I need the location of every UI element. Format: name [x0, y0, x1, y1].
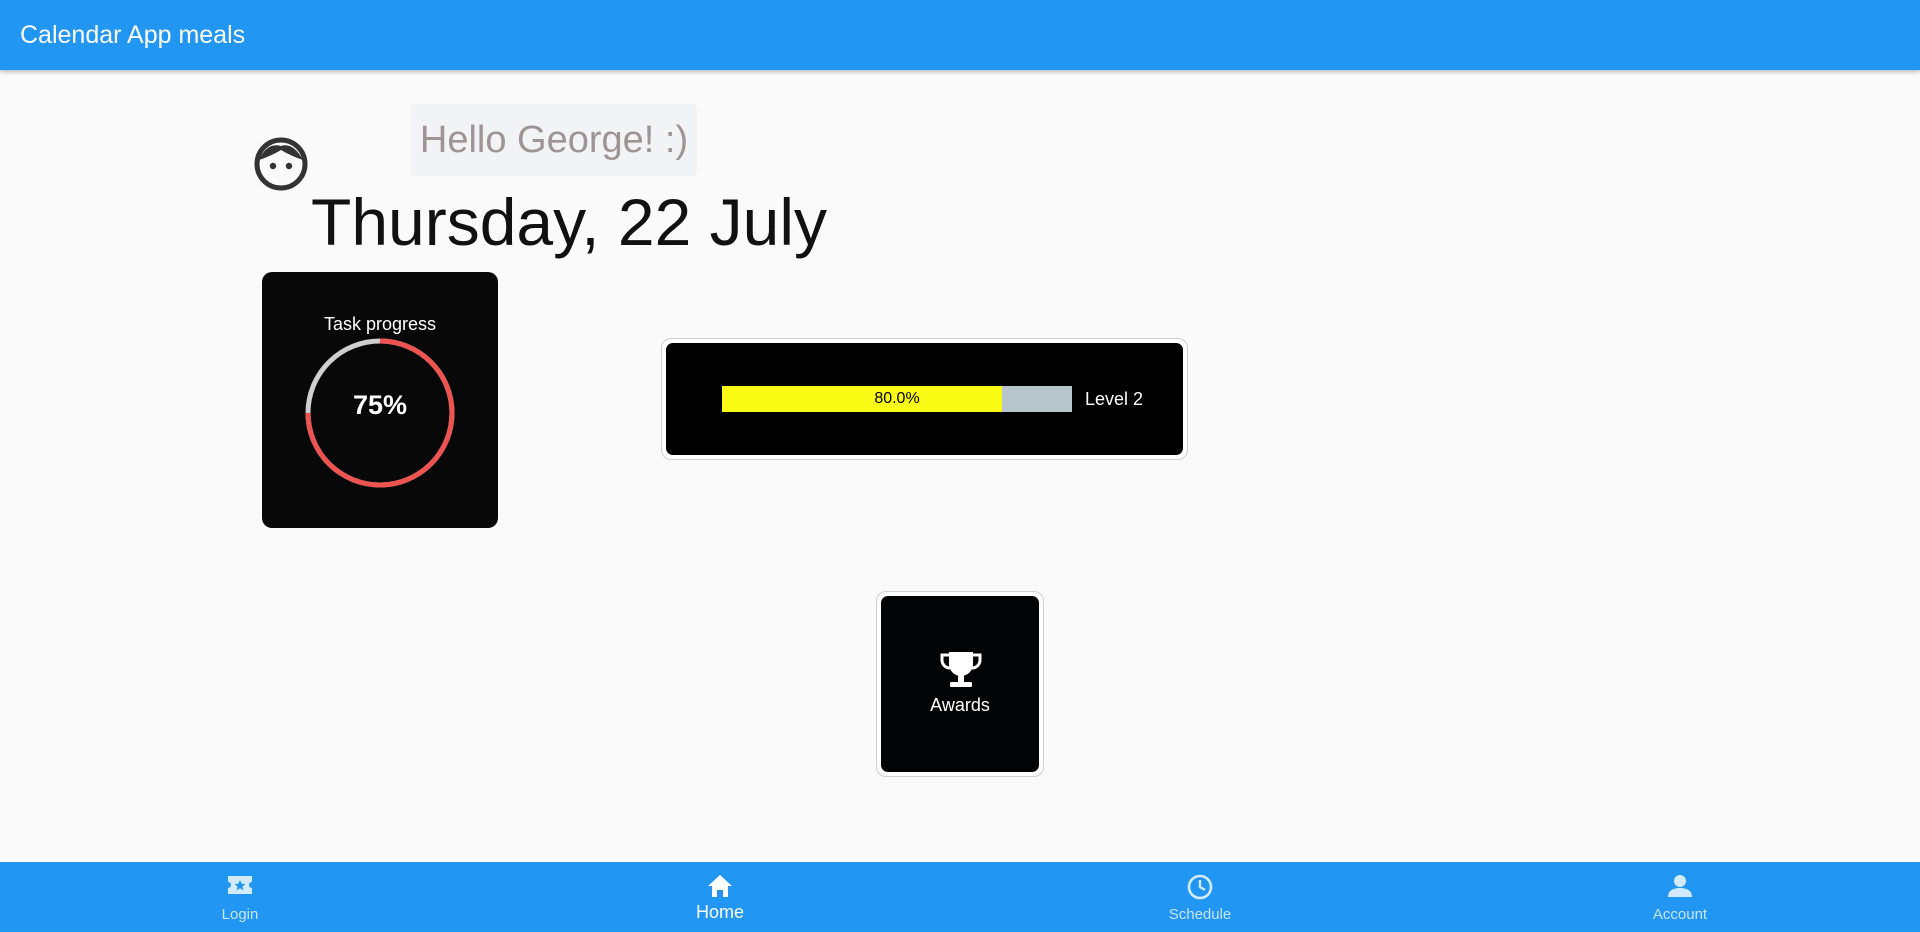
nav-label-login: Login: [221, 906, 259, 923]
app-bar: Calendar App meals: [0, 0, 1920, 70]
nav-label-account: Account: [1652, 906, 1708, 923]
trophy-icon: [940, 652, 982, 687]
level-card[interactable]: 80.0% Level 2: [666, 343, 1183, 455]
home-icon: [708, 875, 732, 897]
task-progress-card[interactable]: Task progress 75%: [262, 272, 498, 528]
awards-card-frame: Awards: [876, 591, 1044, 777]
nav-label-schedule: Schedule: [1168, 906, 1232, 923]
task-progress-label: Task progress: [323, 314, 437, 334]
awards-label: Awards: [930, 695, 990, 715]
task-progress-value: 75%: [352, 390, 408, 420]
level-label: Level 2: [1085, 389, 1144, 409]
app-title: Calendar App meals: [20, 21, 246, 49]
nav-item-login[interactable]: Login: [0, 862, 480, 932]
clock-icon: [1187, 874, 1213, 900]
nav-item-account[interactable]: Account: [1440, 862, 1920, 932]
bottom-navigation: Login Home Schedule Account: [0, 862, 1920, 932]
level-card-frame: 80.0% Level 2: [661, 338, 1188, 460]
greeting-text: Hello George! :): [411, 104, 697, 176]
nav-item-home[interactable]: Home: [480, 862, 960, 932]
ticket-icon: [228, 876, 252, 894]
nav-label-home: Home: [695, 902, 744, 922]
page-title-date: Thursday, 22 July: [311, 185, 828, 259]
awards-button[interactable]: Awards: [881, 596, 1039, 772]
nav-item-schedule[interactable]: Schedule: [960, 862, 1440, 932]
person-icon: [1668, 875, 1692, 897]
level-progress-text: 80.0%: [874, 390, 920, 407]
face-icon: [253, 136, 309, 192]
level-progress-bar: 80.0%: [722, 386, 1072, 412]
